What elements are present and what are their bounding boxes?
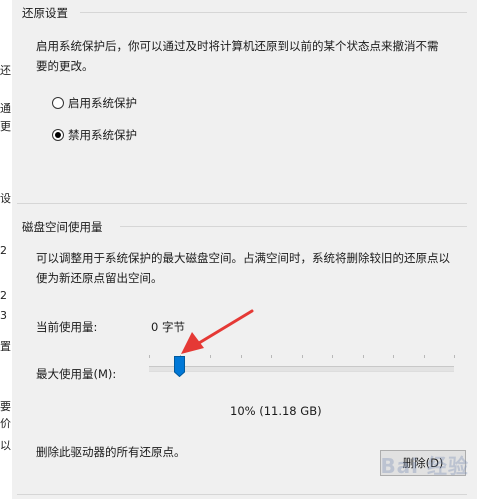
red-annotation-arrow [181, 309, 254, 354]
